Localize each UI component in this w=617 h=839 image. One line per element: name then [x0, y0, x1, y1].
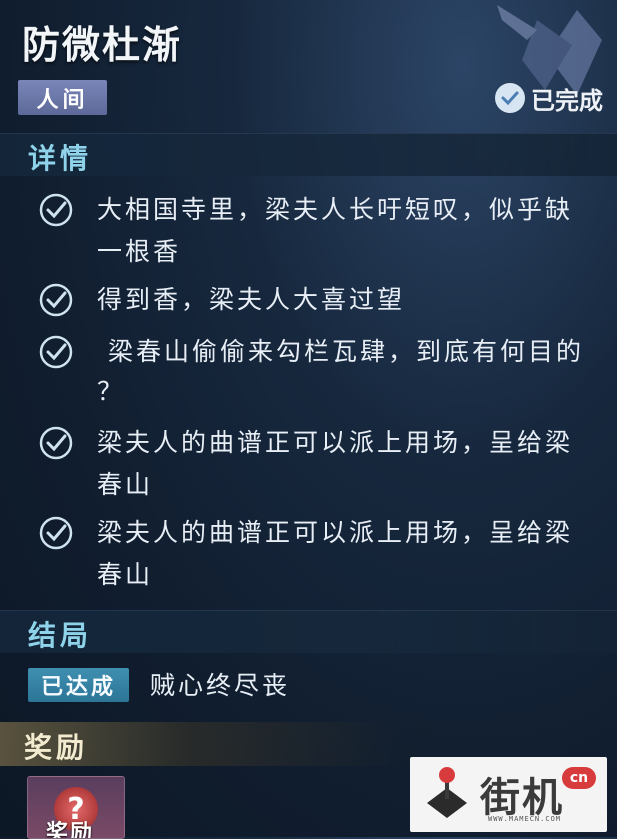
quest-title: 防微杜渐 — [22, 22, 183, 67]
task-text-line: 春山 — [97, 470, 154, 499]
task-text-line: 大相国寺里，梁夫人长吁短叹，似乎缺 — [97, 195, 574, 224]
check-circle-icon — [39, 516, 73, 550]
ending-row: 已达成 贼心终尽丧 — [0, 664, 617, 708]
check-circle-icon — [39, 335, 73, 369]
check-circle-icon — [39, 426, 73, 460]
joystick-icon — [427, 767, 467, 818]
ending-heading: 结局 — [28, 619, 93, 652]
reward-heading: 奖励 — [24, 731, 89, 764]
task-text-line: 得到香，梁夫人大喜过望 — [97, 285, 406, 314]
details-heading: 详情 — [28, 142, 93, 175]
check-circle-icon — [39, 193, 73, 227]
check-circle-icon — [39, 283, 73, 317]
checkmark-icon — [495, 83, 525, 113]
quest-status: 已完成 — [495, 80, 603, 116]
task-text-line: 梁春山偷偷来勾栏瓦肆，到底有何目的 — [97, 337, 584, 366]
watermark-badge: cn — [562, 767, 596, 789]
task-text-line: 春山 — [97, 560, 154, 589]
task-text-line: ？ — [97, 377, 126, 406]
ending-text: 贼心终尽丧 — [150, 671, 291, 700]
task-text-line: 梁夫人的曲谱正可以派上用场，呈给梁 — [97, 428, 574, 457]
reward-item[interactable]: ? 奖励 — [27, 776, 125, 839]
category-tag: 人间 — [18, 80, 107, 115]
task-text-line: 梁夫人的曲谱正可以派上用场，呈给梁 — [97, 518, 574, 547]
task-text-line: 一根香 — [97, 237, 182, 266]
watermark-url: WWW.MAMECN.COM — [488, 815, 562, 823]
status-label: 已完成 — [531, 86, 603, 115]
achieved-tag: 已达成 — [28, 668, 129, 702]
ending-section-bar — [0, 610, 617, 653]
reward-item-label: 奖励 — [46, 821, 95, 839]
details-section-bar — [0, 133, 617, 176]
site-watermark: 街机 cn WWW.MAMECN.COM — [410, 757, 607, 832]
